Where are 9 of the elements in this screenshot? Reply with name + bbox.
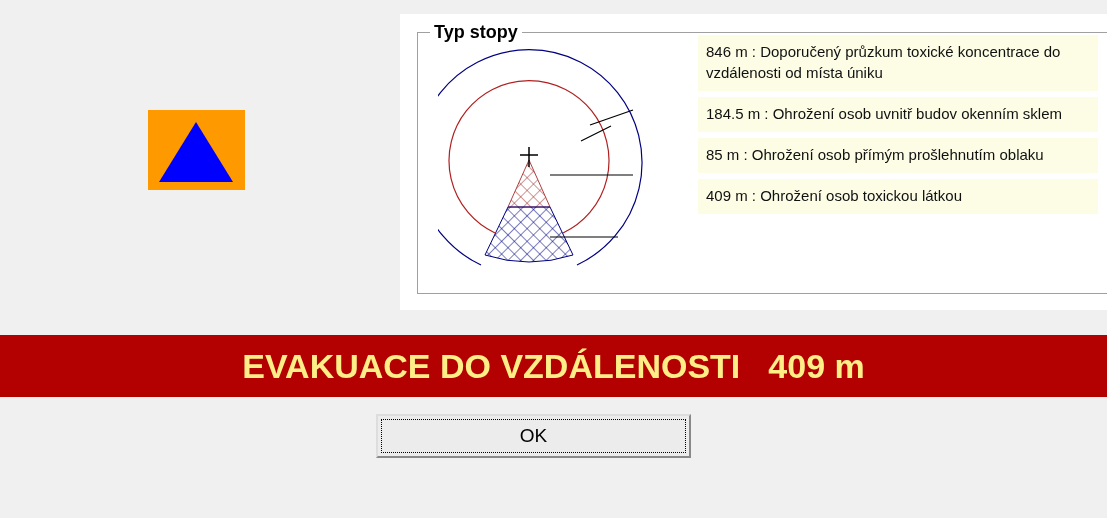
- zone-label: 85 m : Ohrožení osob přímým prošlehnutím oblaku: [698, 138, 1098, 173]
- ok-button[interactable]: OK: [376, 414, 691, 458]
- banner-distance: 409 m: [768, 346, 865, 386]
- zone-label: 409 m : Ohrožení osob toxickou látkou: [698, 179, 1098, 214]
- zone-label: 846 m : Doporučený průzkum toxické koncentrace do vzdálenosti od místa úniku: [698, 35, 1098, 91]
- group-title: Typ stopy: [433, 22, 519, 43]
- zone-label: 184.5 m : Ohrožení osob uvnitř budov okenním sklem: [698, 97, 1098, 132]
- civil-protection-icon: [148, 110, 245, 190]
- banner-title: EVAKUACE DO VZDÁLENOSTI: [242, 346, 741, 386]
